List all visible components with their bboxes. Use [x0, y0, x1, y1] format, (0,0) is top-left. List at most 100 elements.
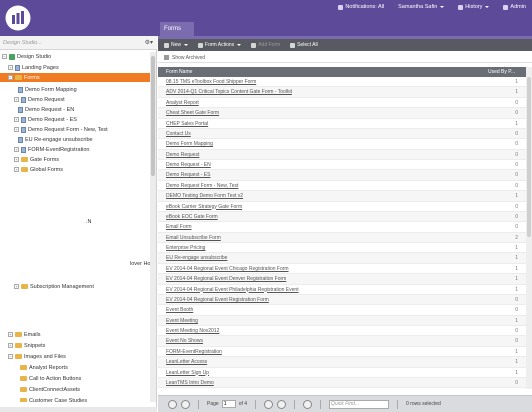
next-page-button[interactable] — [264, 399, 274, 409]
form-name-link[interactable]: Demo Request - EN — [166, 162, 211, 168]
tree-node[interactable]: Demo Request - EN — [18, 105, 74, 114]
form-name-link[interactable]: EV 2014-04 Regional Event Chicago Regist… — [166, 266, 289, 272]
form-name-link[interactable]: FORM-EventRegistration — [166, 349, 222, 355]
tree-node[interactable]: Customer Case Studies — [20, 396, 87, 402]
form-name-link[interactable]: LeanLetter Sign Up — [166, 370, 209, 376]
expand-icon[interactable]: + — [14, 97, 19, 102]
table-row[interactable]: Contact Us 0 — [158, 128, 526, 140]
form-name-link[interactable]: EV 2014-04 Regional Event Denver Registr… — [166, 276, 286, 282]
first-page-button[interactable] — [168, 399, 177, 409]
refresh-button[interactable] — [303, 399, 313, 409]
table-row[interactable]: EV 2014-04 Regional Event Philadelphia R… — [158, 285, 526, 295]
table-row[interactable]: Enterprise Pricing 1 — [158, 243, 526, 254]
form-name-link[interactable]: LeanTMS Intro Demo — [166, 380, 214, 386]
expand-icon[interactable]: + — [14, 284, 19, 289]
tree-node[interactable]: + Demo Request — [14, 95, 65, 104]
tree-vertical-scrollbar[interactable] — [150, 52, 156, 402]
form-name-link[interactable]: LeanLetter Access — [166, 359, 207, 365]
expand-icon[interactable]: + — [8, 65, 13, 70]
tree-node[interactable]: + Subscription Management — [14, 282, 94, 291]
form-name-link[interactable]: 08.15 TMS eToolbox Food Shipper Form — [166, 79, 256, 85]
tree-node[interactable]: lover Ho — [130, 259, 150, 268]
table-row[interactable]: Event No Shows 0 — [158, 336, 526, 347]
form-name-link[interactable]: Event Booth — [166, 307, 193, 313]
column-header-used-by[interactable]: Used By P... — [488, 69, 515, 75]
form-name-link[interactable]: Demo Form Mapping — [166, 141, 213, 147]
form-name-link[interactable]: eBook Carrier Strategy Gate Form — [166, 204, 242, 210]
form-name-link[interactable]: Contact Us — [166, 131, 191, 137]
tree-settings-icon[interactable]: ⚙▾ — [145, 39, 153, 46]
column-header-form-name[interactable]: Form Name — [166, 69, 192, 75]
scrollbar-thumb[interactable] — [151, 56, 155, 176]
table-row[interactable]: DEMO Testing Demo Form Test v2 1 — [158, 191, 526, 202]
expand-icon[interactable]: + — [14, 127, 19, 132]
table-row[interactable]: CHEP Sales Portal 1 — [158, 119, 526, 129]
form-name-link[interactable]: Demo Request — [166, 152, 199, 158]
form-name-link[interactable]: Event Meeting — [166, 318, 198, 324]
form-name-link[interactable]: Email Form — [166, 224, 192, 230]
scrollbar-thumb[interactable] — [527, 77, 531, 237]
tree-node[interactable]: + Demo Request - ES — [14, 115, 77, 124]
tree-node[interactable]: + Landing Pages — [8, 63, 59, 72]
expand-icon[interactable]: + — [14, 157, 19, 162]
history-menu[interactable]: History — [458, 4, 490, 10]
page-number-input[interactable] — [221, 400, 236, 408]
tree-horizontal-scrollbar[interactable] — [0, 407, 157, 412]
table-row[interactable]: EV 2014-04 Regional Event Chicago Regist… — [158, 264, 526, 275]
tree-node[interactable]: EU Re-engage unsubscribe — [18, 135, 93, 144]
prev-page-button[interactable] — [181, 399, 190, 409]
new-button[interactable]: New — [164, 42, 189, 48]
table-row[interactable]: LeanLetter Access 1 — [158, 357, 526, 368]
expand-icon[interactable]: + — [14, 117, 19, 122]
table-vertical-scrollbar[interactable] — [526, 67, 532, 389]
table-row[interactable]: Event Booth 0 — [158, 305, 526, 316]
form-name-link[interactable]: EU Re-engage unsubscribe — [166, 255, 227, 261]
collapse-icon[interactable]: − — [2, 54, 7, 59]
last-page-button[interactable] — [277, 399, 287, 409]
marketo-logo-icon[interactable] — [5, 5, 31, 31]
tree-node[interactable]: + Global Forms — [14, 165, 63, 174]
table-row[interactable]: Demo Form Mapping 0 — [158, 139, 526, 150]
add-form-button[interactable]: Add Form — [251, 42, 280, 48]
form-name-link[interactable]: Demo Request Form - New, Test — [166, 183, 238, 189]
tree-node[interactable]: Call to Action Buttons — [20, 374, 81, 383]
form-name-link[interactable]: eBook EOC Gate Form — [166, 214, 218, 220]
table-row[interactable]: Demo Request - ES 0 — [158, 170, 526, 181]
quick-find-input[interactable] — [329, 399, 390, 409]
tree-node[interactable]: .N — [86, 217, 92, 226]
admin-menu[interactable]: Admin — [503, 4, 526, 10]
table-row[interactable]: eBook Carrier Strategy Gate Form 0 — [158, 202, 526, 212]
form-name-link[interactable]: EV 2014-04 Regional Event Registration F… — [166, 297, 269, 303]
table-row[interactable]: Event Meeting 1 — [158, 315, 526, 326]
tree-search-input[interactable] — [3, 39, 133, 47]
tree-node[interactable]: − Design Studio — [2, 52, 51, 61]
expand-icon[interactable]: + — [8, 343, 13, 348]
table-row[interactable]: Email Unsubscribe Form 2 — [158, 232, 526, 243]
form-name-link[interactable]: Analyst Report — [166, 100, 199, 106]
table-row[interactable]: ADV 2014-Q1 Critical Topics Content Gate… — [158, 87, 526, 98]
table-row[interactable]: EV 2014-04 Regional Event Denver Registr… — [158, 274, 526, 285]
table-row[interactable]: eBook EOC Gate Form 0 — [158, 211, 526, 223]
form-actions-button[interactable]: Form Actions — [198, 42, 242, 48]
notifications-menu[interactable]: Notifications: All — [338, 4, 384, 10]
table-row[interactable]: FORM-EventRegistration 1 — [158, 347, 526, 358]
table-row[interactable]: Event Meeting Nov2012 0 — [158, 326, 526, 337]
form-name-link[interactable]: Enterprise Pricing — [166, 245, 205, 251]
form-name-link[interactable]: Event No Shows — [166, 338, 203, 344]
tree-node[interactable]: − Images and Files — [8, 352, 66, 361]
table-row[interactable]: EU Re-engage unsubscribe 1 — [158, 253, 526, 264]
tree-node[interactable]: ClientConnectAssets — [20, 385, 80, 394]
form-name-link[interactable]: Email Unsubscribe Form — [166, 235, 221, 241]
select-all-button[interactable]: Select All — [290, 42, 318, 48]
table-row[interactable]: Demo Request Form - New, Test 0 — [158, 181, 526, 192]
table-row[interactable]: LeanTMS Intro Demo 0 — [158, 377, 526, 389]
show-archived-toggle[interactable]: Show Archived — [158, 53, 532, 63]
expand-icon[interactable]: + — [8, 332, 13, 337]
table-row[interactable]: Demo Request - EN 0 — [158, 160, 526, 171]
table-row[interactable]: Demo Request 0 — [158, 149, 526, 160]
form-name-link[interactable]: Cheat Sheet Gate Form — [166, 110, 219, 116]
tree-node[interactable]: + FORM-EventRegistration — [14, 145, 89, 154]
user-menu[interactable]: Samantha Safin — [398, 4, 445, 10]
table-row[interactable]: Email Form 0 — [158, 222, 526, 233]
tree-node[interactable]: + Gate Forms — [14, 155, 59, 164]
